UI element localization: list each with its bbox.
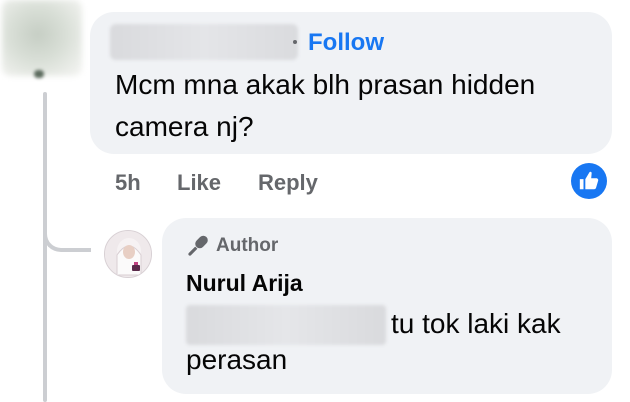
reply-button[interactable]: Reply <box>258 168 318 198</box>
reply-text-line1: tu tok laki kak <box>391 308 561 339</box>
microphone-author-icon <box>188 235 208 256</box>
comment-timestamp[interactable]: 5h <box>115 168 141 198</box>
reply-connector <box>43 206 91 252</box>
thread-line <box>43 92 47 402</box>
author-badge-label: Author <box>216 235 279 256</box>
separator-dot <box>293 40 297 44</box>
reply-author-name[interactable]: Nurul Arija <box>186 268 303 298</box>
author-badge: Author <box>186 232 278 260</box>
like-button[interactable]: Like <box>177 168 221 198</box>
author-avatar[interactable] <box>104 230 152 278</box>
commenter-avatar[interactable] <box>2 0 82 76</box>
comment-text: Mcm mna akak blh prasan hidden camera nj… <box>115 69 536 142</box>
reply-text-line2: perasan <box>186 344 288 375</box>
avatar-status-dot <box>34 70 44 78</box>
author-avatar-image <box>105 231 151 277</box>
mention-redacted[interactable] <box>186 305 386 345</box>
commenter-name-redacted[interactable] <box>110 24 298 60</box>
like-reaction-icon <box>579 171 599 190</box>
follow-button[interactable]: Follow <box>308 28 384 58</box>
like-reaction-badge[interactable] <box>571 163 607 199</box>
